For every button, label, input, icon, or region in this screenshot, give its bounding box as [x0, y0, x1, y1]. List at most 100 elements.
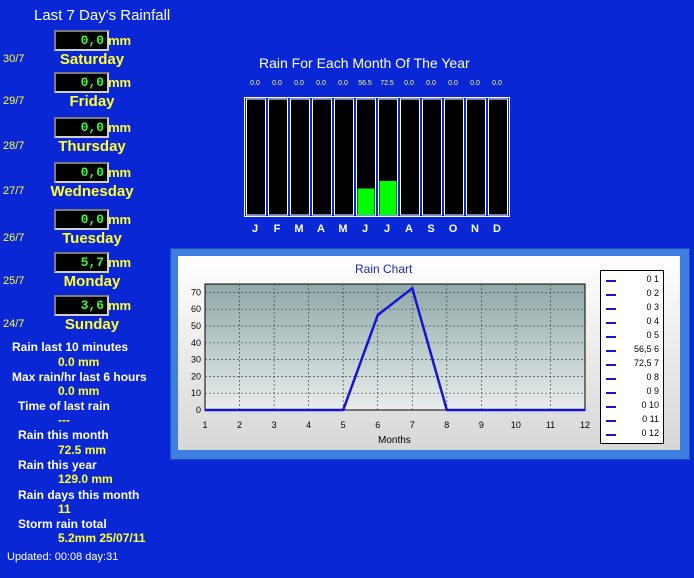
day-name: Tuesday [62, 230, 122, 247]
legend-label: 0 4 [646, 316, 659, 326]
y-tick-label: 70 [191, 287, 201, 297]
day-name: Monday [63, 273, 121, 290]
legend-line-swatch [606, 322, 616, 324]
stat-label: Rain this year [18, 458, 97, 472]
day-unit: mm [108, 33, 132, 48]
month-bar [357, 188, 375, 215]
legend-item: 0 10 [601, 400, 663, 414]
x-axis-label: Months [378, 435, 411, 446]
day-name: Sunday [64, 316, 120, 333]
stat-label: Max rain/hr last 6 hours [12, 370, 147, 384]
x-tick-label: 5 [341, 420, 346, 430]
legend-item: 0 12 [601, 428, 663, 442]
rain-data-point [584, 409, 586, 411]
month-column [290, 98, 310, 216]
month-letter: J [383, 223, 391, 235]
x-tick-label: 11 [546, 420, 555, 430]
stat-value: 0.0 mm [58, 384, 100, 398]
day-name: Wednesday [50, 183, 134, 200]
day-rain-display: 0,0 [54, 117, 109, 138]
legend-item: 0 5 [601, 330, 663, 344]
month-value: 0.0 [272, 80, 282, 87]
day-unit: mm [108, 298, 132, 313]
x-tick-label: 6 [375, 420, 380, 430]
legend-item: 0 1 [601, 274, 663, 288]
rain-data-point [376, 314, 379, 316]
stat-value: 11 [58, 502, 71, 516]
day-rain-display: 0,0 [54, 72, 109, 93]
month-value: 0.0 [470, 80, 480, 87]
x-tick-label: 12 [580, 420, 590, 430]
month-letter: J [251, 223, 259, 235]
monthly-bar-chart [246, 98, 508, 216]
y-tick-label: 10 [191, 388, 201, 398]
page-title: Last 7 Day's Rainfall [34, 7, 171, 24]
month-value: 0.0 [448, 80, 458, 87]
legend-line-swatch [606, 378, 616, 380]
day-rain-display: 3,6 [54, 295, 109, 316]
y-tick-label: 30 [191, 355, 201, 365]
month-column [422, 98, 442, 216]
month-value: 0.0 [338, 80, 348, 87]
y-tick-label: 60 [191, 304, 201, 314]
day-name: Thursday [58, 138, 126, 155]
legend-label: 0 5 [646, 330, 659, 340]
month-bar [379, 181, 397, 215]
legend-line-swatch [606, 350, 616, 352]
legend-item: 56,5 6 [601, 344, 663, 358]
month-column [268, 98, 288, 216]
updated-timestamp: Updated: 00:08 day:31 [7, 551, 119, 563]
rain-data-point [342, 409, 344, 411]
day-name: Friday [69, 93, 115, 110]
day-unit: mm [108, 165, 132, 180]
legend-line-swatch [606, 308, 616, 310]
rain-data-point [480, 409, 483, 411]
legend-item: 0 9 [601, 386, 663, 400]
month-column [334, 98, 354, 216]
month-value: 0.0 [404, 80, 414, 87]
x-tick-label: 3 [272, 420, 277, 430]
legend-label: 72,5 7 [633, 358, 659, 368]
legend-label: 0 10 [641, 400, 659, 410]
legend-line-swatch [606, 420, 616, 422]
legend-item: 0 2 [601, 288, 663, 302]
day-unit: mm [108, 212, 132, 227]
month-value: 0.0 [250, 80, 260, 87]
day-rain-display: 5,7 [54, 252, 109, 273]
stat-label: Rain last 10 minutes [12, 340, 129, 354]
day-unit: mm [108, 120, 132, 135]
x-tick-label: 8 [444, 420, 449, 430]
month-letter: J [361, 223, 369, 235]
rain-data-point [307, 409, 310, 411]
month-letter: O [448, 223, 458, 235]
legend-item: 0 11 [601, 414, 663, 428]
day-unit: mm [108, 255, 132, 270]
stat-label: Rain this month [18, 428, 109, 442]
legend-line-swatch [606, 434, 616, 436]
stat-value: 72.5 mm [58, 443, 107, 457]
legend-line-swatch [606, 364, 616, 366]
rain-data-point [411, 287, 414, 289]
day-name: Saturday [59, 51, 125, 68]
rain-data-point [238, 409, 241, 411]
y-tick-label: 0 [196, 405, 201, 415]
month-letter: A [317, 223, 325, 235]
legend-item: 0 8 [601, 372, 663, 386]
month-value: 0.0 [492, 80, 502, 87]
month-value: 72.5 [380, 80, 394, 87]
day-rain-display: 0,0 [54, 209, 109, 230]
rain-data-point [549, 409, 552, 411]
legend-label: 0 9 [646, 386, 659, 396]
month-value: 56.5 [358, 80, 372, 87]
legend-item: 0 4 [601, 316, 663, 330]
stat-label: Rain days this month [18, 488, 140, 502]
day-rain-display: 0,0 [54, 30, 109, 51]
rain-data-point [204, 409, 206, 411]
stat-value: 5.2mm 25/07/11 [58, 531, 146, 545]
x-tick-label: 1 [202, 420, 207, 430]
y-tick-label: 40 [191, 338, 201, 348]
legend-line-swatch [606, 294, 616, 296]
rain-data-point [515, 409, 517, 411]
month-column [466, 98, 486, 216]
rain-data-point [273, 409, 275, 411]
